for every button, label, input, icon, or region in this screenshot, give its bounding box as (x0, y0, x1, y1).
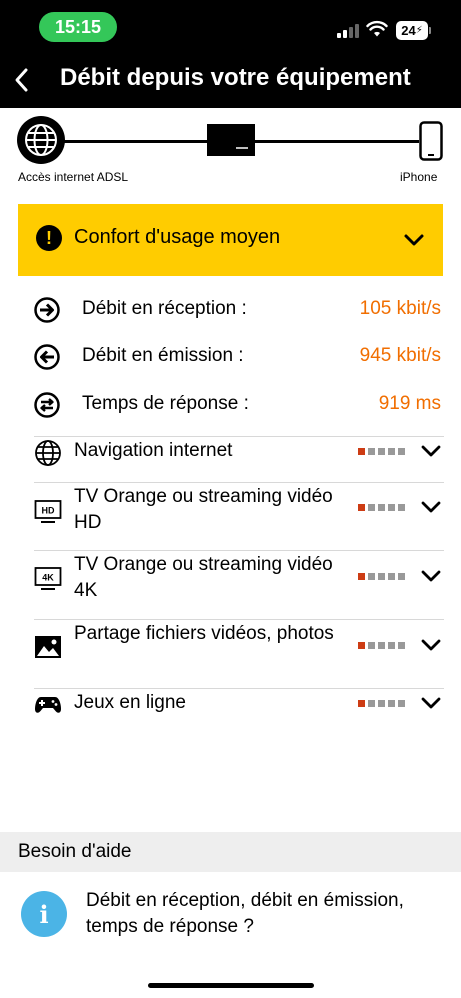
metric-label: Débit en réception : (82, 298, 247, 319)
rating-segment-filled (358, 504, 365, 511)
cellular-signal-icon (337, 22, 361, 38)
livebox-icon (207, 124, 255, 156)
rating-bar (358, 573, 405, 580)
swap-arrows-circle-icon (34, 392, 60, 418)
battery-icon: 24 ⚡ (396, 21, 428, 40)
rating-segment-filled (358, 700, 365, 707)
rating-bar (358, 700, 405, 707)
home-indicator[interactable] (148, 983, 314, 988)
divider (34, 436, 444, 437)
rating-bar (358, 642, 405, 649)
rating-segment-filled (358, 573, 365, 580)
rating-segment-empty (368, 642, 375, 649)
usage-row[interactable]: 4K TV Orange ou streaming vidéo 4K (0, 550, 461, 619)
metric-value: 945 kbit/s (359, 345, 441, 366)
rating-segment-empty (388, 573, 395, 580)
chevron-down-icon (404, 234, 424, 246)
globe-icon (17, 116, 65, 164)
rating-segment-empty (388, 700, 395, 707)
rating-segment-empty (368, 504, 375, 511)
info-icon: i (21, 891, 67, 937)
rating-segment-empty (368, 700, 375, 707)
rating-segment-empty (388, 448, 395, 455)
metric-download: Débit en réception : 105 kbit/s (0, 295, 461, 325)
metric-latency: Temps de réponse : 919 ms (0, 390, 461, 420)
image-icon (35, 636, 61, 658)
divider (34, 550, 444, 551)
rating-segment-empty (388, 642, 395, 649)
exclamation-icon: ! (36, 225, 62, 251)
rating-segment-empty (378, 642, 385, 649)
metric-label: Débit en émission : (82, 345, 244, 366)
rating-segment-empty (398, 642, 405, 649)
usage-row[interactable]: HD TV Orange ou streaming vidéo HD (0, 482, 461, 550)
metric-value: 919 ms (378, 393, 441, 414)
divider (34, 688, 444, 689)
battery-tip (429, 27, 431, 34)
rating-segment-empty (398, 448, 405, 455)
usage-label: Partage fichiers vidéos, photos (74, 623, 334, 644)
wifi-icon (366, 20, 388, 37)
rating-segment-empty (378, 504, 385, 511)
chevron-down-icon (421, 445, 441, 457)
rating-segment-empty (398, 504, 405, 511)
info-icon-letter: i (39, 899, 49, 929)
rating-segment-filled (358, 642, 365, 649)
rating-segment-filled (358, 448, 365, 455)
back-button[interactable] (6, 62, 36, 98)
battery-level: 24 (401, 23, 416, 38)
help-title: Besoin d'aide (18, 841, 132, 862)
chevron-down-icon (421, 697, 441, 709)
usage-row[interactable]: Navigation internet (0, 436, 461, 482)
chevron-left-icon (15, 68, 28, 92)
usage-row[interactable]: Jeux en ligne (0, 688, 461, 728)
usage-label: Navigation internet (74, 440, 233, 461)
help-link[interactable]: Débit en réception, débit en émission, t… (86, 888, 446, 940)
rating-segment-empty (378, 573, 385, 580)
rating-segment-empty (368, 573, 375, 580)
comfort-banner[interactable]: ! Confort d'usage moyen (18, 204, 443, 276)
rating-segment-empty (368, 448, 375, 455)
smartphone-icon (419, 121, 443, 161)
rating-segment-empty (398, 573, 405, 580)
svg-text:4K: 4K (42, 573, 54, 583)
metric-upload: Débit en émission : 945 kbit/s (0, 342, 461, 372)
chevron-down-icon (421, 570, 441, 582)
connection-source-label: Accès internet ADSL (18, 170, 129, 184)
chevron-down-icon (421, 501, 441, 513)
arrow-right-circle-icon (34, 297, 60, 323)
app-header: 15:15 24 ⚡ Débit depuis votre équipement (0, 0, 461, 108)
usage-label: Jeux en ligne (74, 692, 186, 713)
gamepad-icon (35, 697, 61, 713)
help-section-header: Besoin d'aide (0, 832, 461, 872)
connection-device-label: iPhone (400, 170, 438, 184)
usage-label: TV Orange ou streaming vidéo 4K (74, 554, 333, 601)
rating-segment-empty (388, 504, 395, 511)
chevron-down-icon (421, 639, 441, 651)
rating-segment-empty (378, 448, 385, 455)
divider (34, 619, 444, 620)
arrow-left-circle-icon (34, 344, 60, 370)
hd-tv-icon: HD (34, 500, 62, 523)
4k-tv-icon: 4K (34, 567, 62, 590)
comfort-level-text: Confort d'usage moyen (74, 226, 281, 248)
rating-segment-empty (398, 700, 405, 707)
rating-segment-empty (378, 700, 385, 707)
metric-value: 105 kbit/s (359, 298, 441, 319)
divider (34, 482, 444, 483)
rating-bar (358, 504, 405, 511)
globe-icon (35, 440, 61, 466)
svg-text:HD: HD (42, 506, 55, 516)
usage-row[interactable]: Partage fichiers vidéos, photos (0, 619, 461, 688)
metric-label: Temps de réponse : (82, 393, 249, 414)
rating-bar (358, 448, 405, 455)
usage-label: TV Orange ou streaming vidéo HD (74, 486, 333, 533)
status-time: 15:15 (39, 12, 117, 42)
page-title: Débit depuis votre équipement (60, 64, 411, 91)
